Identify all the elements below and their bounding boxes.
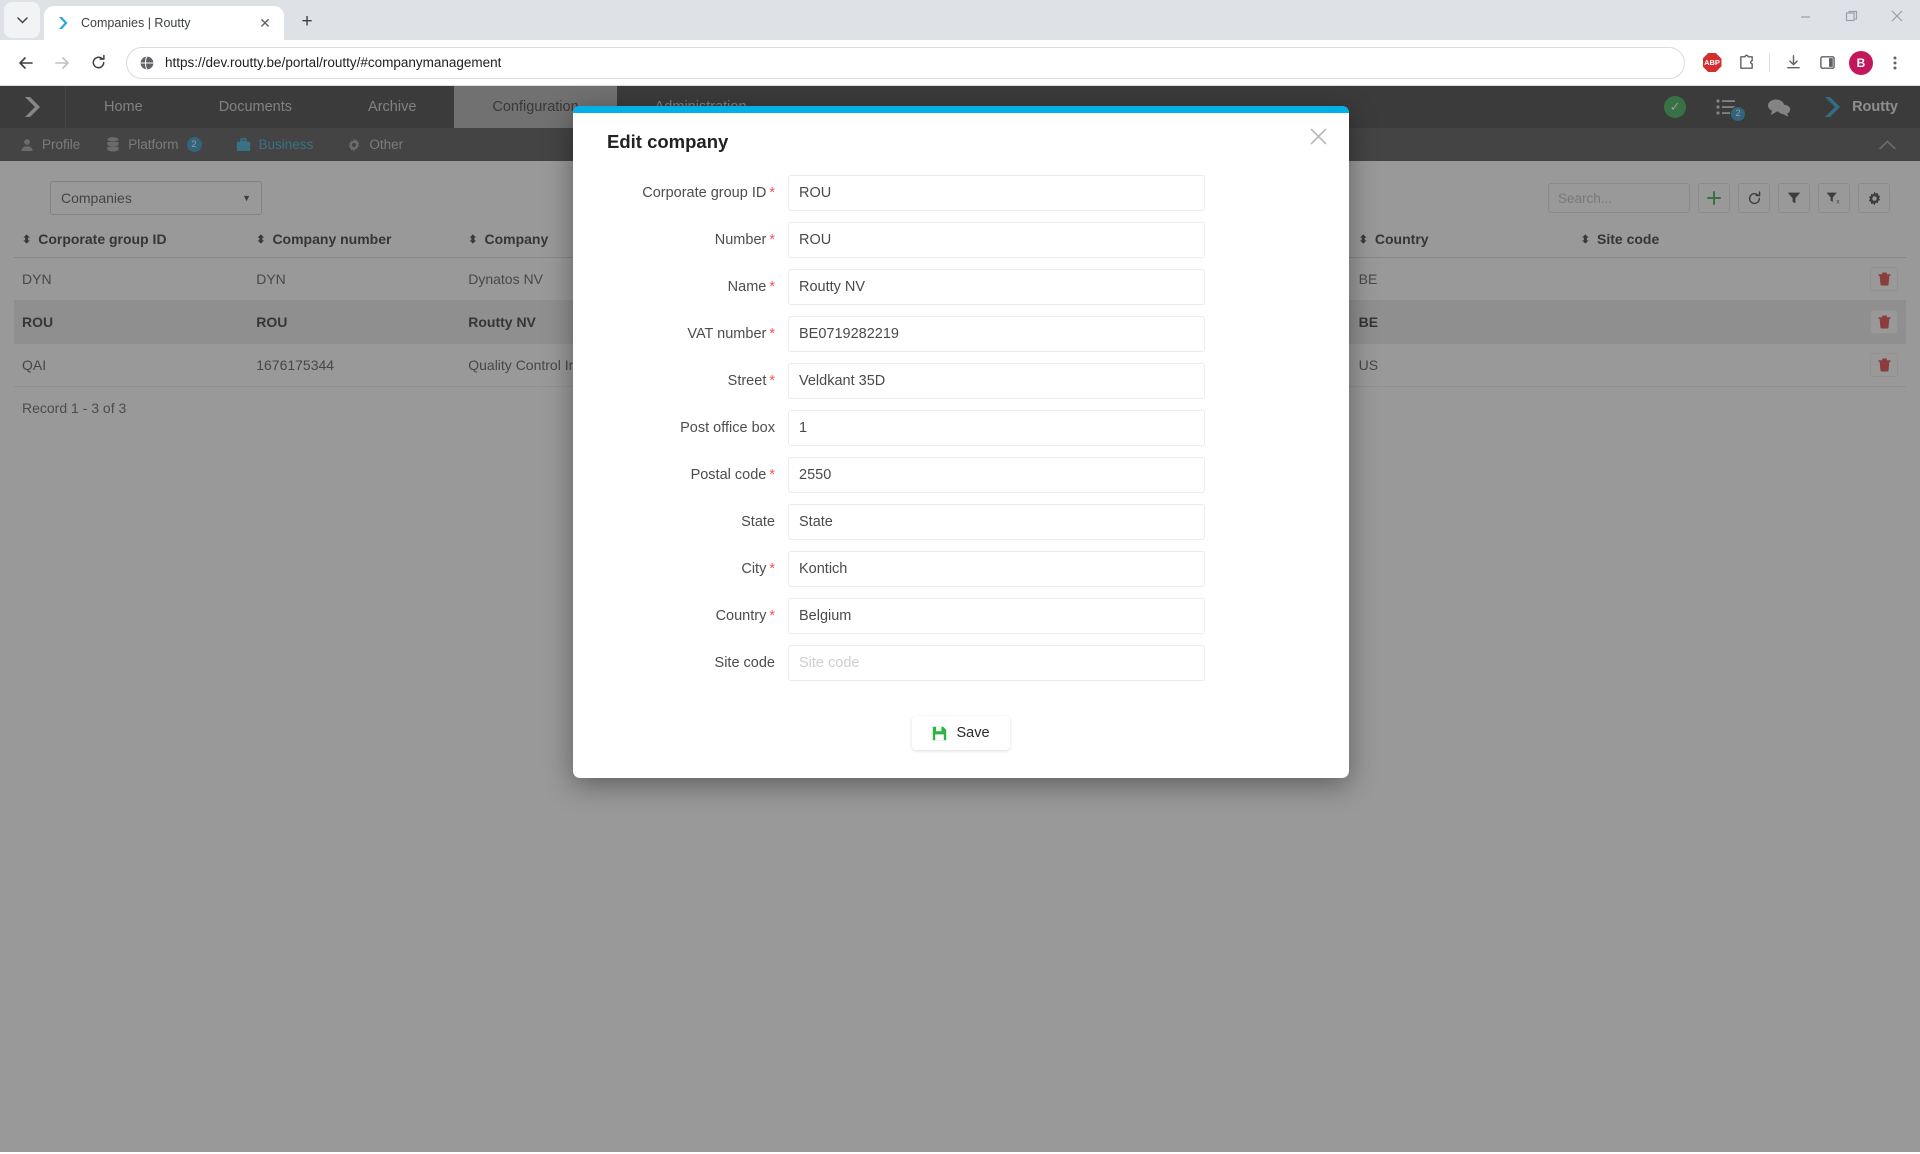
required-marker: * xyxy=(769,279,775,295)
field-label: Street * xyxy=(727,373,775,389)
minimize-icon[interactable] xyxy=(1782,0,1828,32)
required-marker: * xyxy=(769,232,775,248)
corporate-group-id-input[interactable] xyxy=(788,175,1205,211)
extensions-puzzle-icon[interactable] xyxy=(1731,48,1761,78)
dialog-form: Corporate group ID* Number* Name* VAT nu… xyxy=(573,159,1349,698)
application-root: Home Documents Archive Configuration Adm… xyxy=(0,86,1920,1152)
toolbar-divider xyxy=(1769,53,1770,72)
download-icon[interactable] xyxy=(1778,48,1808,78)
name-input[interactable] xyxy=(788,269,1205,305)
street-input[interactable] xyxy=(788,363,1205,399)
field-row-number: Number * xyxy=(613,222,1309,258)
field-label: Country * xyxy=(715,608,775,624)
field-row-site-code: Site code xyxy=(613,645,1309,681)
field-label: VAT number * xyxy=(687,326,775,342)
postal-code-input[interactable] xyxy=(788,457,1205,493)
close-icon[interactable] xyxy=(1303,121,1333,151)
field-label: State xyxy=(741,514,775,530)
field-row-city: City * xyxy=(613,551,1309,587)
required-marker: * xyxy=(769,467,775,483)
close-icon[interactable] xyxy=(1874,0,1920,32)
field-row-vat-number: VAT number * xyxy=(613,316,1309,352)
field-row-country: Country * xyxy=(613,598,1309,634)
field-label: Site code xyxy=(714,655,775,671)
site-code-input[interactable] xyxy=(788,645,1205,681)
tab-search-icon[interactable] xyxy=(4,2,40,38)
required-marker: * xyxy=(769,326,775,342)
save-button-label: Save xyxy=(956,725,990,741)
adblock-plus-icon[interactable]: ABP xyxy=(1697,48,1727,78)
browser-tab-title: Companies | Routty xyxy=(81,16,191,30)
profile-avatar[interactable]: B xyxy=(1846,48,1876,78)
field-label: Postal code * xyxy=(690,467,775,483)
browser-tab-strip: Companies | Routty ✕ + xyxy=(0,0,1920,40)
city-input[interactable] xyxy=(788,551,1205,587)
required-marker: * xyxy=(769,561,775,577)
required-marker: * xyxy=(769,185,775,201)
adblock-badge-label: ABP xyxy=(1702,53,1722,72)
field-label: Number * xyxy=(714,232,775,248)
field-label: City * xyxy=(741,561,775,577)
back-icon[interactable] xyxy=(10,47,42,79)
post-office-box-input[interactable] xyxy=(788,410,1205,446)
close-icon[interactable]: ✕ xyxy=(256,14,274,32)
dialog-accent-bar xyxy=(573,106,1349,113)
forward-icon[interactable] xyxy=(46,47,78,79)
avatar-initial: B xyxy=(1849,50,1873,75)
dialog-footer: Save xyxy=(573,698,1349,778)
maximize-icon[interactable] xyxy=(1828,0,1874,32)
field-label: Corporate group ID * xyxy=(642,185,775,201)
field-row-post-office-box: Post office box xyxy=(613,410,1309,446)
edit-company-dialog: Edit company Corporate group ID* Number*… xyxy=(573,106,1349,778)
field-row-street: Street * xyxy=(613,363,1309,399)
field-row-state: State xyxy=(613,504,1309,540)
browser-toolbar: https://dev.routty.be/portal/routty/#com… xyxy=(0,40,1920,86)
side-panel-icon[interactable] xyxy=(1812,48,1842,78)
required-marker: * xyxy=(769,608,775,624)
routty-logo-icon xyxy=(56,15,72,31)
field-row-corporate-group-id: Corporate group ID * xyxy=(613,175,1309,211)
reload-icon[interactable] xyxy=(82,47,114,79)
number-input[interactable] xyxy=(788,222,1205,258)
field-label: Post office box xyxy=(680,420,775,436)
vat-number-input[interactable] xyxy=(788,316,1205,352)
field-row-name: Name * xyxy=(613,269,1309,305)
save-floppy-icon xyxy=(932,726,947,741)
country-input[interactable] xyxy=(788,598,1205,634)
new-tab-button[interactable]: + xyxy=(292,7,322,37)
required-marker: * xyxy=(769,373,775,389)
address-bar[interactable]: https://dev.routty.be/portal/routty/#com… xyxy=(126,46,1685,79)
three-dot-menu-icon[interactable] xyxy=(1880,48,1910,78)
state-input[interactable] xyxy=(788,504,1205,540)
browser-tab[interactable]: Companies | Routty ✕ xyxy=(44,6,284,40)
dialog-header: Edit company xyxy=(573,113,1349,159)
save-button[interactable]: Save xyxy=(912,716,1010,750)
field-label: Name * xyxy=(727,279,775,295)
address-bar-url: https://dev.routty.be/portal/routty/#com… xyxy=(165,55,502,70)
field-row-postal-code: Postal code * xyxy=(613,457,1309,493)
window-controls xyxy=(1782,0,1920,40)
globe-icon xyxy=(139,55,155,71)
dialog-title: Edit company xyxy=(607,131,729,152)
